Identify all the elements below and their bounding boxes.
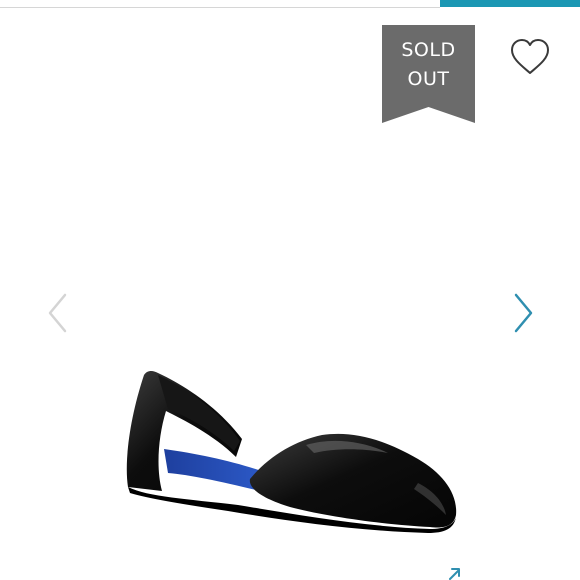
chevron-left-icon — [48, 293, 67, 333]
active-tab-indicator — [440, 0, 580, 7]
arrow-up-right-icon — [449, 568, 460, 580]
next-image-button[interactable] — [511, 292, 535, 334]
expand-image-button[interactable] — [446, 566, 462, 580]
product-photo — [118, 365, 463, 533]
sold-out-badge: SOLD OUT — [382, 25, 475, 123]
heart-outline-icon — [511, 39, 549, 74]
chevron-right-icon — [514, 293, 533, 333]
previous-image-button[interactable] — [46, 292, 70, 334]
product-image-viewer: SOLD OUT — [0, 0, 580, 580]
badge-line-out: OUT — [407, 68, 450, 90]
top-divider — [0, 7, 440, 8]
favorite-button[interactable] — [508, 37, 552, 77]
badge-line-sold: SOLD — [401, 39, 456, 61]
